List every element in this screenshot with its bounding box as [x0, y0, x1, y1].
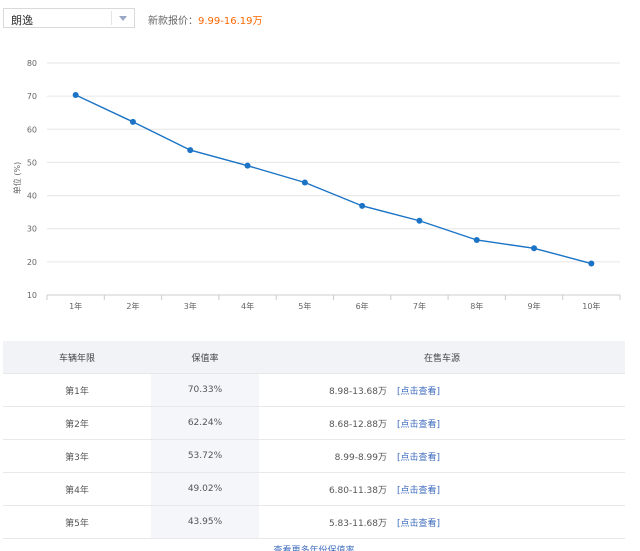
data-point[interactable] — [531, 245, 538, 252]
data-point[interactable] — [359, 202, 366, 209]
view-listings-link[interactable]: [点击查看] — [397, 519, 440, 529]
row-price-range: 5.83-11.68万 — [328, 518, 387, 529]
table-row: 第4年 49.02% 6.80-11.38万 [点击查看] — [3, 472, 625, 506]
x-tick-label: 9年 — [528, 301, 541, 311]
table-row: 第3年 53.72% 8.99-8.99万 [点击查看] — [3, 439, 625, 473]
x-tick-label: 7年 — [413, 301, 426, 311]
chart-series — [72, 92, 595, 267]
x-tick-label: 2年 — [126, 301, 139, 311]
x-tick-label: 10年 — [582, 301, 600, 311]
depreciation-line-chart: 10 20 30 40 50 60 70 80 1年 2年 3年 4年 5年 6年 7年 8年 9年 10年 单位… — [12, 59, 621, 311]
row-source: 8.98-13.68万 [点击查看] — [259, 373, 625, 407]
row-source: 5.83-11.68万 [点击查看] — [259, 505, 625, 539]
table-row: 第1年 70.33% 8.98-13.68万 [点击查看] — [3, 373, 625, 407]
y-tick-label: 70 — [27, 92, 37, 101]
model-select-value: 朗逸 — [11, 14, 33, 27]
y-tick-label: 30 — [27, 225, 37, 234]
row-rate: 62.24% — [151, 406, 259, 440]
header-source: 在售车源 — [259, 341, 625, 374]
row-price-range: 8.68-12.88万 — [328, 419, 387, 430]
table-row: 第2年 62.24% 8.68-12.88万 [点击查看] — [3, 406, 625, 440]
row-rate: 49.02% — [151, 472, 259, 506]
header-rate: 保值率 — [151, 341, 259, 374]
x-tick-label: 6年 — [356, 301, 369, 311]
y-tick-label: 10 — [27, 291, 37, 300]
y-tick-label: 20 — [27, 258, 37, 267]
new-price-line: 新款报价：9.99-16.19万 — [148, 12, 263, 27]
y-tick-label: 40 — [27, 192, 37, 201]
y-tick-label: 50 — [27, 158, 37, 167]
y-tick-label: 60 — [27, 125, 37, 134]
x-tick-label: 3年 — [184, 301, 197, 311]
table-header-row: 车辆年限 保值率 在售车源 — [3, 341, 625, 374]
data-point[interactable] — [187, 147, 194, 154]
table-row: 第5年 43.95% 5.83-11.68万 [点击查看] — [3, 505, 625, 539]
data-point[interactable] — [72, 92, 79, 99]
data-point[interactable] — [244, 162, 251, 169]
row-source: 6.80-11.38万 [点击查看] — [259, 472, 625, 506]
data-point[interactable] — [129, 118, 136, 125]
model-select[interactable]: 朗逸 — [3, 8, 135, 28]
row-year: 第2年 — [3, 406, 151, 440]
value-retention-table: 车辆年限 保值率 在售车源 第1年 70.33% 8.98-13.68万 [点击查看]… — [3, 341, 625, 551]
row-price-range: 8.99-8.99万 — [334, 452, 387, 463]
y-tick-label: 80 — [27, 59, 37, 68]
view-listings-link[interactable]: [点击查看] — [397, 486, 440, 496]
data-point[interactable] — [301, 179, 308, 186]
header-year: 车辆年限 — [3, 341, 151, 374]
row-year: 第5年 — [3, 505, 151, 539]
view-listings-link[interactable]: [点击查看] — [397, 453, 440, 463]
new-price-value: 9.99-16.19万 — [198, 16, 263, 27]
row-rate: 70.33% — [151, 373, 259, 407]
data-point[interactable] — [473, 236, 480, 243]
row-source: 8.68-12.88万 [点击查看] — [259, 406, 625, 440]
new-price-label: 新款报价： — [148, 16, 198, 27]
data-point[interactable] — [588, 260, 595, 267]
chevron-down-icon[interactable] — [119, 16, 127, 21]
x-tick-label: 5年 — [298, 301, 311, 311]
chart-axes: 10 20 30 40 50 60 70 80 1年 2年 3年 4年 5年 6年 7年 8年 9年 10年 — [27, 59, 621, 311]
view-listings-link[interactable]: [点击查看] — [397, 420, 440, 430]
y-axis-label: 单位 (%) — [12, 162, 22, 194]
row-rate: 53.72% — [151, 439, 259, 473]
select-divider — [111, 11, 112, 25]
row-year: 第4年 — [3, 472, 151, 506]
x-tick-label: 8年 — [470, 301, 483, 311]
series-line — [75, 94, 592, 265]
row-source: 8.99-8.99万 [点击查看] — [259, 439, 625, 473]
row-year: 第3年 — [3, 439, 151, 473]
chart-grid — [47, 62, 620, 296]
row-rate: 43.95% — [151, 505, 259, 539]
row-year: 第1年 — [3, 373, 151, 407]
x-tick-label: 4年 — [241, 301, 254, 311]
data-point[interactable] — [416, 217, 423, 224]
view-listings-link[interactable]: [点击查看] — [397, 387, 440, 397]
more-years-link[interactable]: 查看更多年份保值率 — [3, 543, 625, 551]
x-tick-label: 1年 — [69, 301, 82, 311]
row-price-range: 8.98-13.68万 — [328, 386, 387, 397]
row-price-range: 6.80-11.38万 — [328, 485, 387, 496]
